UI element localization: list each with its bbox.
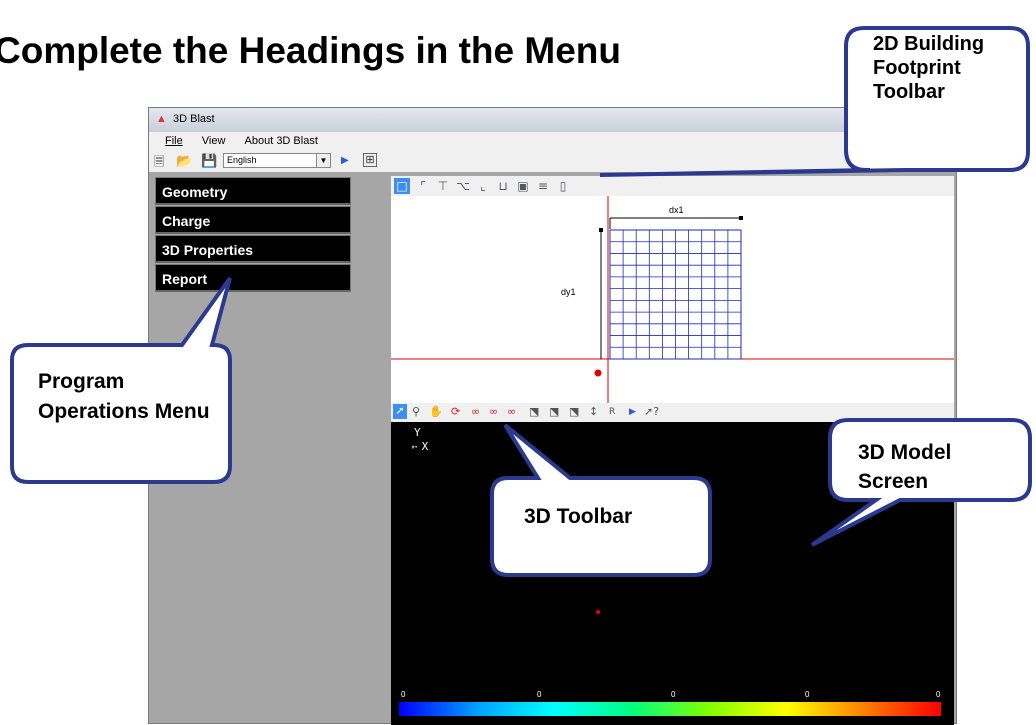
help-pointer-icon[interactable]: ➚? (644, 405, 659, 418)
chevron-down-icon[interactable]: ▼ (316, 154, 330, 167)
scale-label: 0 (537, 690, 542, 699)
play-icon[interactable]: ▶ (629, 407, 636, 417)
menu-about[interactable]: About 3D Blast (245, 135, 318, 147)
footprint-canvas[interactable]: dx1 dy1 (391, 196, 954, 403)
zoom-icon[interactable]: ⚲ (412, 405, 420, 418)
dy-handle (599, 228, 603, 232)
pointer-icon[interactable]: ➚ (393, 404, 407, 419)
callout-program-menu: Program Operations Menu (38, 370, 210, 423)
footprint-toolbar: □ ⌜ ⊤ ⌥ ⌞ ⊔ ▣ ≡ ▯ (391, 176, 954, 196)
axis-icon[interactable]: ⬔ (529, 405, 539, 418)
callout-footprint-toolbar: 2D Building Footprint Toolbar (873, 33, 985, 103)
menu-item-report[interactable]: Report (155, 264, 351, 292)
o-shape-icon[interactable]: ▣ (515, 178, 531, 194)
menu-bar: File View About 3D Blast (149, 132, 956, 150)
scale-label: 0 (936, 690, 941, 699)
scale-label: 0 (401, 690, 406, 699)
axis-icon[interactable]: ↕ (589, 405, 598, 418)
building-grid (609, 229, 742, 360)
j-shape-icon[interactable]: ⌞ (475, 178, 491, 194)
save-icon[interactable]: 💾 (201, 153, 217, 169)
main-toolbar: 🗏 📂 💾 English ▼ ▶ ⊞ (149, 150, 956, 172)
axis-x-text: X (421, 440, 429, 453)
color-scale-bar (399, 702, 941, 716)
menu-item-geometry[interactable]: Geometry (155, 177, 351, 205)
menu-file[interactable]: File (165, 135, 183, 147)
axis-icon[interactable]: ⬔ (569, 405, 579, 418)
language-select[interactable]: English ▼ (223, 153, 331, 168)
view-side-icon[interactable]: ∞ (507, 405, 516, 418)
charge-point (596, 610, 600, 614)
callout-model-screen: 3D Model Screen (858, 441, 952, 493)
z-shape-icon[interactable]: ⌥ (455, 178, 471, 194)
footprint-drawing: dx1 dy1 (391, 196, 954, 403)
view-front-icon[interactable]: ∞ (489, 405, 498, 418)
language-value: English (227, 155, 257, 165)
dx-handle (739, 216, 743, 220)
axis-icon[interactable]: ⬔ (549, 405, 559, 418)
dy-label: dy1 (561, 287, 576, 297)
l-shape-icon[interactable]: ⌜ (415, 178, 431, 194)
dx-label: dx1 (669, 205, 684, 215)
h-shape-icon[interactable]: ▯ (555, 178, 571, 194)
menu-item-charge[interactable]: Charge (155, 206, 351, 234)
e-shape-icon[interactable]: ≡ (535, 178, 551, 194)
reset-icon[interactable]: R (609, 407, 615, 417)
scale-label: 0 (671, 690, 676, 699)
open-folder-icon[interactable]: 📂 (176, 153, 192, 169)
play-icon[interactable]: ▶ (341, 155, 349, 166)
callout-3d-toolbar: 3D Toolbar (524, 505, 633, 528)
app-settings-icon[interactable]: ⊞ (363, 153, 377, 167)
u-shape-icon[interactable]: ⊔ (495, 178, 511, 194)
menu-item-3d-properties[interactable]: 3D Properties (155, 235, 351, 263)
title-bar: ▲ 3D Blast (149, 108, 956, 132)
app-window: ▲ 3D Blast File View About 3D Blast 🗏 📂 … (148, 107, 957, 725)
t-shape-icon[interactable]: ⊤ (435, 178, 451, 194)
axis-y-label: Y (414, 426, 421, 439)
pan-icon[interactable]: ✋ (429, 405, 443, 418)
menu-view[interactable]: View (202, 135, 226, 147)
axis-x-label: ➳ X (411, 440, 429, 453)
slide-title: Complete the Headings in the Menu (0, 30, 621, 71)
rect-shape-icon[interactable]: □ (394, 178, 410, 194)
window-title: 3D Blast (173, 113, 215, 125)
rotate-icon[interactable]: ⟳ (451, 405, 460, 418)
program-operations-menu: Geometry Charge 3D Properties Report (155, 177, 351, 293)
scale-label: 0 (805, 690, 810, 699)
origin-point (594, 369, 602, 377)
toolbar-3d: ➚ ⚲ ✋ ⟳ ∞ ∞ ∞ ⬔ ⬔ ⬔ ↕ R ▶ ➚? (391, 403, 954, 422)
app-logo-icon: ▲ (156, 113, 167, 125)
view-top-icon[interactable]: ∞ (471, 405, 480, 418)
